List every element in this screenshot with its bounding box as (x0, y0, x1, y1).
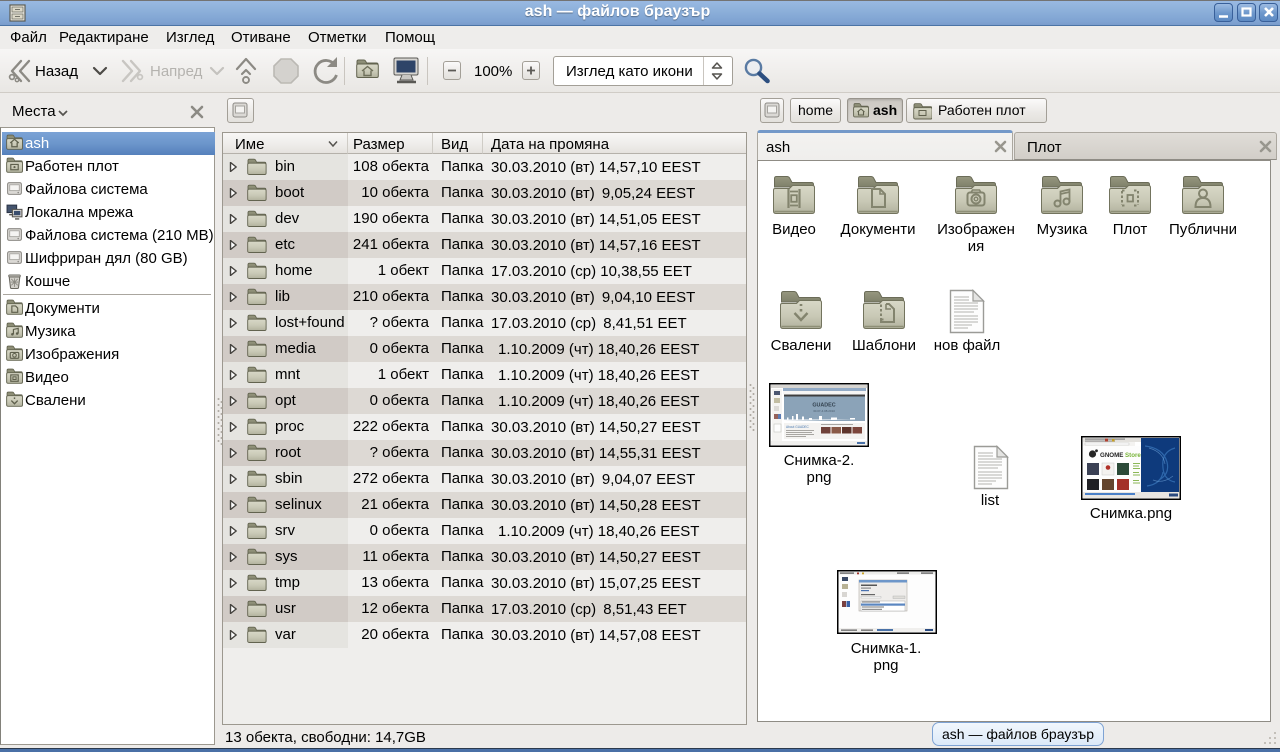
svg-text:About GUADEC: About GUADEC (786, 425, 810, 429)
svg-text:Store: Store (1125, 452, 1141, 459)
svg-text:30.07-4.08.2010: 30.07-4.08.2010 (813, 409, 835, 413)
svg-text:GUADEC: GUADEC (812, 403, 835, 409)
svg-text:GNOME: GNOME (1100, 452, 1123, 459)
